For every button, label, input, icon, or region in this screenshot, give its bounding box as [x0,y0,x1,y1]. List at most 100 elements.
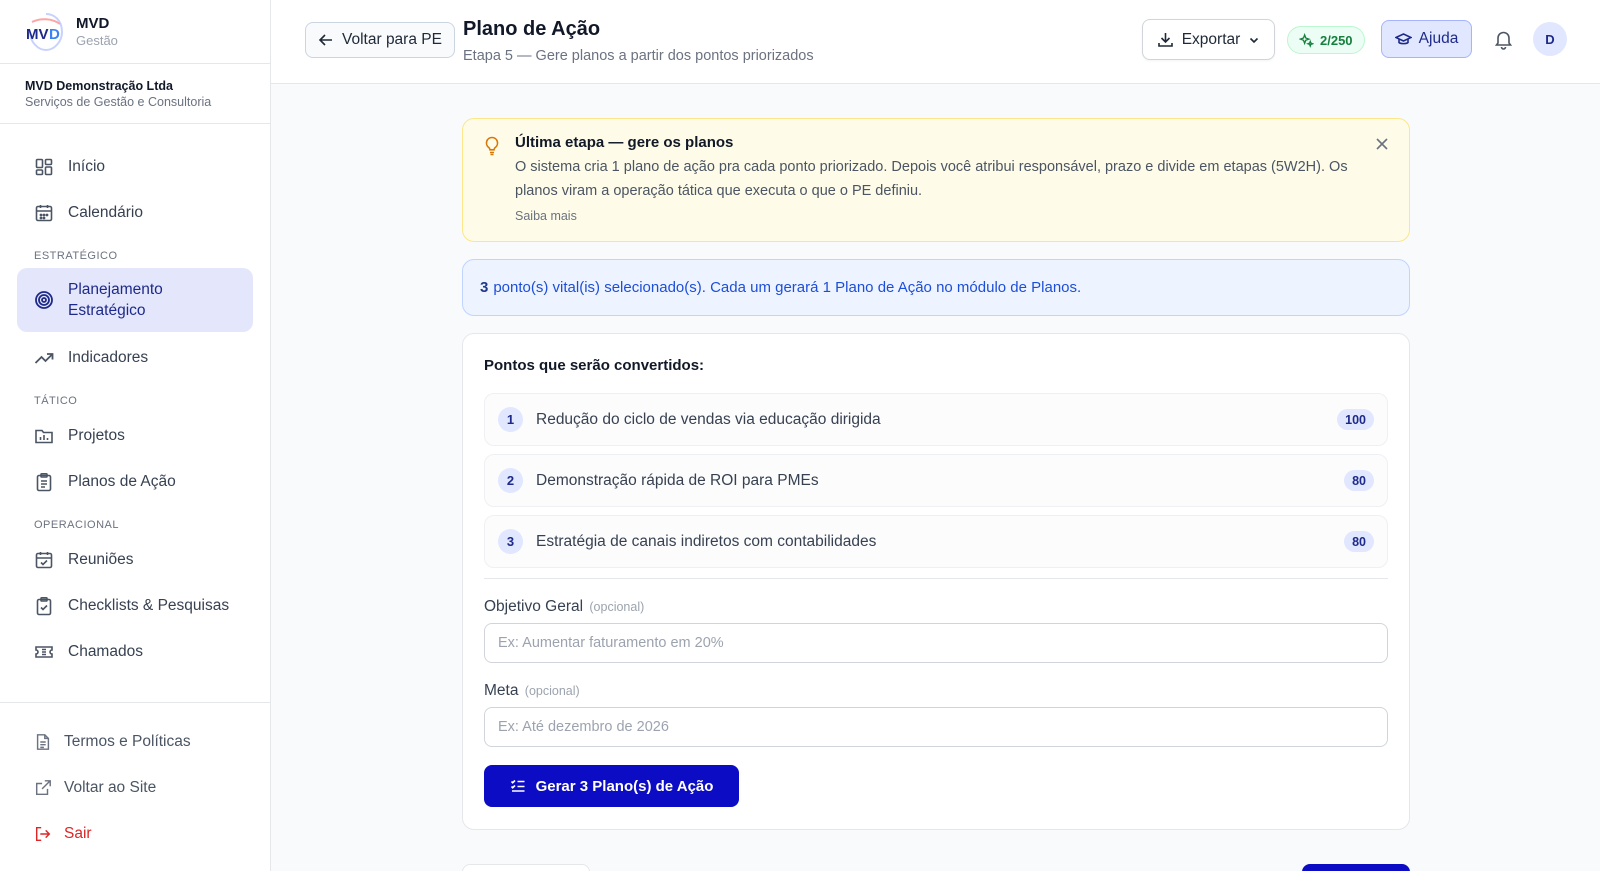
meta-label-text: Meta [484,682,519,699]
sidebar-item-label: Planejamento Estratégico [68,281,163,319]
meta-input[interactable] [484,707,1388,747]
generate-plans-label: Gerar 3 Plano(s) de Ação [535,777,714,795]
optional-hint: (opcional) [524,684,580,698]
sidebar-item-label: Chamados [68,643,143,660]
convert-card: Pontos que serão convertidos: 1 Redução … [462,333,1410,830]
credits-badge[interactable]: 2/250 [1287,26,1365,54]
tip-title: Última etapa — gere os planos [515,134,734,151]
point-text: Redução do ciclo de vendas via educação … [536,410,881,428]
divider [484,578,1388,579]
sidebar-item-checklists[interactable]: Checklists & Pesquisas [17,583,253,629]
selection-count: 3 [480,279,489,296]
sidebar-item-calendario[interactable]: Calendário [17,190,253,236]
title-block: Plano de Ação Etapa 5 — Gere planos a pa… [463,16,814,66]
svg-text:MV: MV [26,26,49,43]
external-link-icon [35,780,51,796]
bell-icon[interactable] [1493,29,1514,50]
sparkles-icon [1299,32,1314,48]
brand-name: MVD [76,14,110,32]
previous-step-button[interactable] [462,864,590,871]
folder-chart-icon [35,429,53,444]
clipboard-list-icon [36,472,52,492]
sidebar-item-reunioes[interactable]: Reuniões [17,537,253,583]
point-number: 1 [498,407,523,432]
objetivo-label-text: Objetivo Geral [484,598,584,615]
tip-text: O sistema cria 1 plano de ação pra cada … [515,159,1348,199]
help-button[interactable]: Ajuda [1381,20,1472,58]
meta-label: Meta (opcional) [484,681,1388,701]
clipboard-check-icon [36,596,52,616]
chevron-down-icon [1250,37,1259,43]
selection-info: 3 ponto(s) vital(is) selecionado(s). Cad… [462,259,1410,316]
page-subtitle: Etapa 5 — Gere planos a partir dos ponto… [463,48,814,64]
back-button-label: Voltar para PE [342,31,442,48]
objetivo-input[interactable] [484,623,1388,663]
sidebar-nav: Início Calendário ESTRATÉGICO Planejamen… [0,124,270,702]
logout-link[interactable]: Sair [17,811,253,857]
file-text-icon [36,734,50,750]
brand[interactable]: MV D MVD Gestão [0,0,270,64]
export-button[interactable]: Exportar [1142,19,1275,60]
close-icon[interactable] [1375,137,1389,151]
svg-text:D: D [49,26,60,43]
main-content: Última etapa — gere os planos O sistema … [462,118,1410,830]
objetivo-label: Objetivo Geral (opcional) [484,597,1388,617]
logout-icon [35,826,51,842]
company-desc: Serviços de Gestão e Consultoria [25,95,212,109]
sidebar-bottom: Termos e Políticas Voltar ao Site Sair [0,702,270,857]
brand-sub: Gestão [76,32,118,48]
list-item: 3 Estratégia de canais indiretos com con… [484,515,1388,568]
list-item: 1 Redução do ciclo de vendas via educaçã… [484,393,1388,446]
sidebar-item-label: Reuniões [68,551,134,568]
sidebar-item-projetos[interactable]: Projetos [17,413,253,459]
sidebar-item-indicadores[interactable]: Indicadores [17,335,253,381]
back-button[interactable]: Voltar para PE [305,22,455,58]
point-text: Demonstração rápida de ROI para PMEs [536,471,819,489]
grid-icon [35,158,53,176]
point-number: 3 [498,529,523,554]
sidebar-item-planejamento[interactable]: Planejamento Estratégico [17,268,253,332]
export-label: Exportar [1181,30,1241,48]
sidebar-item-label: Início [68,158,106,175]
target-icon [35,291,53,309]
score-badge: 100 [1337,409,1374,430]
avatar[interactable]: D [1533,22,1567,56]
calendar-check-icon [35,552,53,569]
sidebar-item-label: Projetos [68,427,125,444]
point-text: Estratégia de canais indiretos com conta… [536,532,877,550]
logout-label: Sair [64,825,92,842]
nav-group-operacional: OPERACIONAL [34,519,119,531]
calendar-icon [35,205,53,222]
page-title: Plano de Ação [463,18,601,40]
sidebar-item-label: Indicadores [68,349,149,366]
sidebar: MV D MVD Gestão MVD Demonstração Ltda Se… [0,0,271,871]
optional-hint: (opcional) [589,600,645,614]
point-number: 2 [498,468,523,493]
score-badge: 80 [1344,470,1374,491]
points-list: 1 Redução do ciclo de vendas via educaçã… [484,393,1388,568]
sidebar-item-label: Checklists & Pesquisas [68,597,230,614]
sidebar-item-planos[interactable]: Planos de Ação [17,459,253,505]
lightbulb-icon [485,136,499,156]
sidebar-item-label: Planos de Ação [68,473,176,490]
generate-plans-button[interactable]: Gerar 3 Plano(s) de Ação [484,765,739,807]
company-info[interactable]: MVD Demonstração Ltda Serviços de Gestão… [0,64,270,124]
list-check-icon [510,779,525,792]
company-name: MVD Demonstração Ltda [25,79,173,93]
sidebar-item-chamados[interactable]: Chamados [17,629,253,675]
graduation-cap-icon [1394,32,1412,44]
sidebar-item-inicio[interactable]: Início [17,144,253,190]
credits-count: 2/250 [1320,32,1353,48]
nav-group-tatico: TÁTICO [34,395,78,407]
next-step-button[interactable] [1302,864,1410,871]
list-item: 2 Demonstração rápida de ROI para PMEs 8… [484,454,1388,507]
ticket-icon [35,646,53,658]
learn-more-link[interactable]: Saiba mais [515,209,577,223]
terms-label: Termos e Políticas [64,733,191,750]
terms-link[interactable]: Termos e Políticas [17,719,253,765]
card-title: Pontos que serão convertidos: [484,357,705,374]
back-to-site-link[interactable]: Voltar ao Site [17,765,253,811]
selection-text: ponto(s) vital(is) selecionado(s). Cada … [493,279,1082,296]
arrow-left-icon [318,34,332,46]
help-label: Ajuda [1418,30,1459,47]
